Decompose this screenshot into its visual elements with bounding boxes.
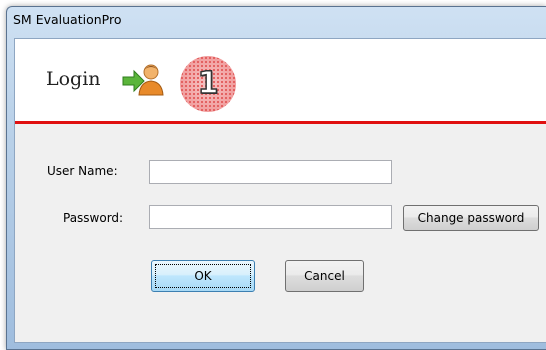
dialog-body: Login 1 User Name: Password: Change pass… [14, 38, 546, 343]
login-window: SM EvaluationPro Login 1 User Name: Pass… [6, 6, 546, 350]
password-input[interactable] [149, 205, 392, 229]
username-input[interactable] [149, 160, 392, 184]
username-label: User Name: [47, 164, 118, 178]
focus-ring [155, 264, 251, 288]
step-number-badge: 1 [180, 56, 236, 112]
step-number: 1 [197, 66, 219, 101]
cancel-button[interactable]: Cancel [285, 260, 364, 292]
page-title: Login [46, 68, 101, 90]
login-header: Login 1 [15, 39, 546, 124]
password-label: Password: [63, 211, 124, 225]
change-password-button[interactable]: Change password [403, 205, 539, 231]
window-title: SM EvaluationPro [13, 12, 122, 27]
user-login-icon [122, 64, 164, 96]
title-bar[interactable]: SM EvaluationPro [7, 7, 546, 37]
ok-button[interactable]: OK [151, 260, 255, 292]
